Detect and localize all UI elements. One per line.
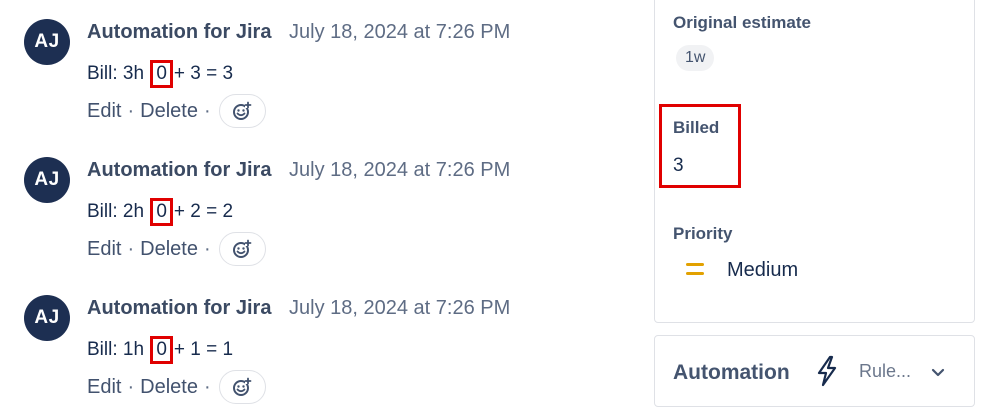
delete-button[interactable]: Delete: [140, 238, 198, 261]
add-reaction-button[interactable]: [218, 370, 266, 404]
comment-author[interactable]: Automation for Jira: [87, 297, 271, 320]
comment-timestamp[interactable]: July 18, 2024 at 7:26 PM: [289, 159, 510, 182]
separator: ·: [203, 99, 211, 122]
comment-actions: Edit · Delete ·: [87, 232, 266, 266]
add-reaction-icon: [233, 239, 252, 258]
billed-value[interactable]: 3: [673, 155, 684, 177]
billed-label: Billed: [673, 118, 720, 137]
priority-label: Priority: [673, 224, 733, 243]
separator: ·: [127, 237, 135, 260]
comment-body: Bill: 2h 0 + 2 = 2: [87, 198, 233, 228]
avatar[interactable]: AJ: [24, 157, 70, 203]
comment-body-prefix: Bill: 3h: [87, 63, 145, 84]
original-estimate-label: Original estimate: [673, 13, 811, 32]
comment-author[interactable]: Automation for Jira: [87, 21, 271, 44]
comment-timestamp[interactable]: July 18, 2024 at 7:26 PM: [289, 297, 510, 320]
comment-body-prefix: Bill: 1h: [87, 339, 145, 360]
billed-highlight-box: [659, 104, 741, 188]
separator: ·: [127, 99, 135, 122]
comment-body-suffix: + 1 = 1: [173, 339, 234, 360]
priority-value[interactable]: Medium: [727, 259, 798, 282]
delete-button[interactable]: Delete: [140, 100, 198, 123]
comment-timestamp[interactable]: July 18, 2024 at 7:26 PM: [289, 21, 510, 44]
edit-button[interactable]: Edit: [87, 100, 121, 123]
delete-button[interactable]: Delete: [140, 376, 198, 399]
comment: AJ Automation for Jira July 18, 2024 at …: [24, 295, 624, 417]
details-panel: Original estimate 1w Billed 3 Priority M…: [654, 0, 975, 323]
separator: ·: [203, 375, 211, 398]
chevron-down-icon[interactable]: [930, 364, 946, 380]
original-estimate-value[interactable]: 1w: [676, 45, 715, 71]
comment-body-suffix: + 3 = 3: [173, 63, 234, 84]
highlighted-value: 0: [150, 336, 173, 364]
edit-button[interactable]: Edit: [87, 376, 121, 399]
lightning-bolt-icon: [817, 355, 837, 387]
add-reaction-button[interactable]: [218, 232, 266, 266]
priority-medium-icon: [686, 263, 704, 275]
separator: ·: [127, 375, 135, 398]
highlighted-value: 0: [150, 198, 173, 226]
separator: ·: [203, 237, 211, 260]
comment: AJ Automation for Jira July 18, 2024 at …: [24, 157, 624, 287]
activity-comments: AJ Automation for Jira July 18, 2024 at …: [0, 0, 640, 417]
add-reaction-button[interactable]: [218, 94, 266, 128]
comment-actions: Edit · Delete ·: [87, 94, 266, 128]
comment-author[interactable]: Automation for Jira: [87, 159, 271, 182]
automation-panel[interactable]: Automation Rule...: [654, 335, 975, 407]
add-reaction-icon: [233, 101, 252, 120]
comment: AJ Automation for Jira July 18, 2024 at …: [24, 19, 624, 149]
edit-button[interactable]: Edit: [87, 238, 121, 261]
comment-body-prefix: Bill: 2h: [87, 201, 145, 222]
comment-body: Bill: 3h 0 + 3 = 3: [87, 60, 233, 90]
automation-title[interactable]: Automation: [673, 361, 790, 385]
add-reaction-icon: [233, 377, 252, 396]
automation-rules-label[interactable]: Rule...: [859, 361, 911, 382]
avatar[interactable]: AJ: [24, 295, 70, 341]
comment-body: Bill: 1h 0 + 1 = 1: [87, 336, 233, 366]
avatar[interactable]: AJ: [24, 19, 70, 65]
highlighted-value: 0: [150, 60, 173, 88]
comment-actions: Edit · Delete ·: [87, 370, 266, 404]
comment-body-suffix: + 2 = 2: [173, 201, 234, 222]
